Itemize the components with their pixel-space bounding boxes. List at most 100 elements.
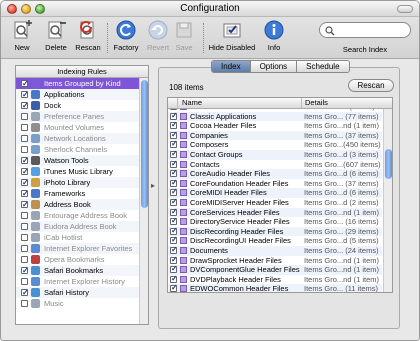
rule-item[interactable]: Safari Bookmarks — [16, 265, 140, 276]
rule-checkbox[interactable] — [21, 78, 29, 89]
row-checkbox[interactable] — [170, 245, 178, 255]
table-row[interactable]: DiscRecording Header Files Items Gro... (… — [168, 226, 382, 237]
row-checkbox[interactable] — [170, 226, 178, 235]
rule-checkbox[interactable] — [21, 100, 29, 111]
row-checkbox[interactable] — [170, 264, 178, 274]
rule-item[interactable]: iTunes Music Library — [16, 166, 140, 177]
rule-item[interactable]: Sherlock Channels — [16, 144, 140, 155]
rescan-button[interactable]: Rescan — [348, 79, 394, 92]
row-checkbox[interactable] — [170, 187, 178, 197]
tab-index[interactable]: Index — [212, 61, 251, 72]
rule-item[interactable]: Items Grouped by Kind — [16, 78, 140, 89]
rule-item[interactable]: Network Locations — [16, 133, 140, 144]
rule-item[interactable]: Internet Explorer History — [16, 276, 140, 287]
table-row[interactable]: CoreMIDIServer Header Files Items Gro...d… — [168, 197, 382, 208]
rule-checkbox[interactable] — [21, 199, 29, 210]
table-scroll-thumb[interactable] — [385, 149, 392, 179]
rule-checkbox[interactable] — [21, 234, 28, 241]
rule-checkbox[interactable] — [21, 300, 28, 307]
table-row[interactable]: CoreMIDI Header Files Items Gro...d (6 it… — [168, 187, 382, 198]
column-header-name[interactable]: Name — [179, 98, 302, 108]
save-button[interactable]: Save — [171, 19, 197, 52]
table-scrollbar[interactable] — [383, 109, 392, 292]
row-checkbox[interactable] — [170, 159, 178, 168]
rule-checkbox[interactable] — [21, 265, 29, 276]
rescan-toolbar-button[interactable]: Rescan — [73, 19, 103, 52]
row-checkbox[interactable] — [170, 139, 178, 149]
revert-button[interactable]: Revert — [143, 19, 173, 52]
row-checkbox[interactable] — [170, 120, 178, 130]
rule-checkbox[interactable] — [21, 166, 29, 177]
rule-item[interactable]: Safari History — [16, 287, 140, 298]
rule-checkbox[interactable] — [21, 223, 28, 230]
table-row[interactable]: Composers Items Gro...(450 items) — [168, 139, 382, 150]
search-field[interactable] — [319, 22, 411, 38]
tab-schedule[interactable]: Schedule — [297, 61, 349, 72]
row-checkbox[interactable] — [170, 283, 178, 292]
rule-item[interactable]: Dock — [16, 100, 140, 111]
rule-item[interactable]: Frameworks — [16, 188, 140, 199]
table-row[interactable]: CoreAudio Header Files Items Gro...d (6 i… — [168, 168, 382, 179]
row-checkbox[interactable] — [170, 130, 178, 139]
column-header-details[interactable]: Details — [302, 98, 328, 108]
row-checkbox[interactable] — [170, 235, 178, 245]
rule-item[interactable]: Internet Explorer Favorites — [16, 243, 140, 254]
hide-disabled-button[interactable]: Hide Disabled — [207, 19, 257, 52]
table-row[interactable]: DrawSprocket Header Files Items Gro...nd … — [168, 255, 382, 266]
rule-checkbox[interactable] — [21, 256, 28, 263]
table-row[interactable]: Companies Items Gro... (37 items) — [168, 130, 382, 141]
column-header-enabled[interactable] — [168, 98, 178, 108]
rules-scrollbar[interactable] — [139, 78, 148, 324]
table-row[interactable]: EDWOCommon Header Files Items Gro... (11 … — [168, 283, 382, 292]
table-row[interactable]: DVComponentGlue Header Files Items Gro...… — [168, 264, 382, 275]
new-button[interactable]: New — [7, 19, 37, 52]
table-row[interactable]: Cocoa Header Files Items Gro...nd (1 item… — [168, 120, 382, 131]
table-row[interactable]: DVDPlayback Header Files Items Gro...nd (… — [168, 274, 382, 285]
split-view-handle[interactable]: ▸ — [151, 181, 155, 190]
rule-item[interactable]: Address Book — [16, 199, 140, 210]
row-checkbox[interactable] — [170, 178, 178, 187]
rule-checkbox[interactable] — [21, 89, 29, 100]
search-input[interactable] — [336, 24, 408, 36]
rule-item[interactable]: Watson Tools — [16, 155, 140, 166]
row-checkbox[interactable] — [170, 197, 178, 207]
table-row[interactable]: DiscRecordingUI Header Files Items Gro...… — [168, 235, 382, 246]
rule-checkbox[interactable] — [21, 177, 29, 188]
rule-checkbox[interactable] — [21, 113, 28, 120]
rule-checkbox[interactable] — [21, 135, 28, 142]
row-checkbox[interactable] — [170, 274, 178, 283]
rule-checkbox[interactable] — [21, 124, 28, 131]
rule-checkbox[interactable] — [21, 212, 28, 219]
rule-item[interactable]: Mounted Volumes — [16, 122, 140, 133]
rule-checkbox[interactable] — [21, 245, 28, 252]
toolbar-toggle-button[interactable] — [397, 5, 413, 13]
rules-scroll-thumb[interactable] — [141, 80, 148, 208]
info-button[interactable]: Info — [261, 19, 287, 52]
row-checkbox[interactable] — [170, 255, 178, 264]
rule-checkbox[interactable] — [21, 146, 28, 153]
rule-item[interactable]: Music — [16, 298, 140, 309]
table-row[interactable]: Contact Groups Items Gro...d (3 items) — [168, 149, 382, 160]
rule-checkbox[interactable] — [21, 287, 29, 298]
rule-item[interactable]: Opera Bookmarks — [16, 254, 140, 265]
rule-item[interactable]: Preference Panes — [16, 111, 140, 122]
rule-item[interactable]: iPhoto Library — [16, 177, 140, 188]
rule-item[interactable]: Entourage Address Book — [16, 210, 140, 221]
factory-button[interactable]: Factory — [111, 19, 141, 52]
delete-button[interactable]: Delete — [41, 19, 71, 52]
row-checkbox[interactable] — [170, 207, 178, 216]
rule-checkbox[interactable] — [21, 278, 28, 285]
table-row[interactable]: Documents Items Gro... (24 items) — [168, 245, 382, 256]
rule-item[interactable]: iCab Hotlist — [16, 232, 140, 243]
row-checkbox[interactable] — [170, 149, 178, 159]
rule-checkbox[interactable] — [21, 188, 29, 199]
row-checkbox[interactable] — [170, 168, 178, 178]
rule-item[interactable]: Eudora Address Book — [16, 221, 140, 232]
row-checkbox[interactable] — [170, 111, 178, 120]
row-checkbox[interactable] — [170, 216, 178, 226]
table-row[interactable]: CoreFoundation Header Files Items Gro... … — [168, 178, 382, 189]
table-row[interactable]: Contacts Items Gro...(607 items) — [168, 159, 382, 170]
tab-options[interactable]: Options — [250, 61, 298, 72]
table-row[interactable]: Classic Applications Items Gro... (77 ite… — [168, 111, 382, 122]
table-row[interactable]: CoreServices Header Files Items Gro...nd … — [168, 207, 382, 218]
